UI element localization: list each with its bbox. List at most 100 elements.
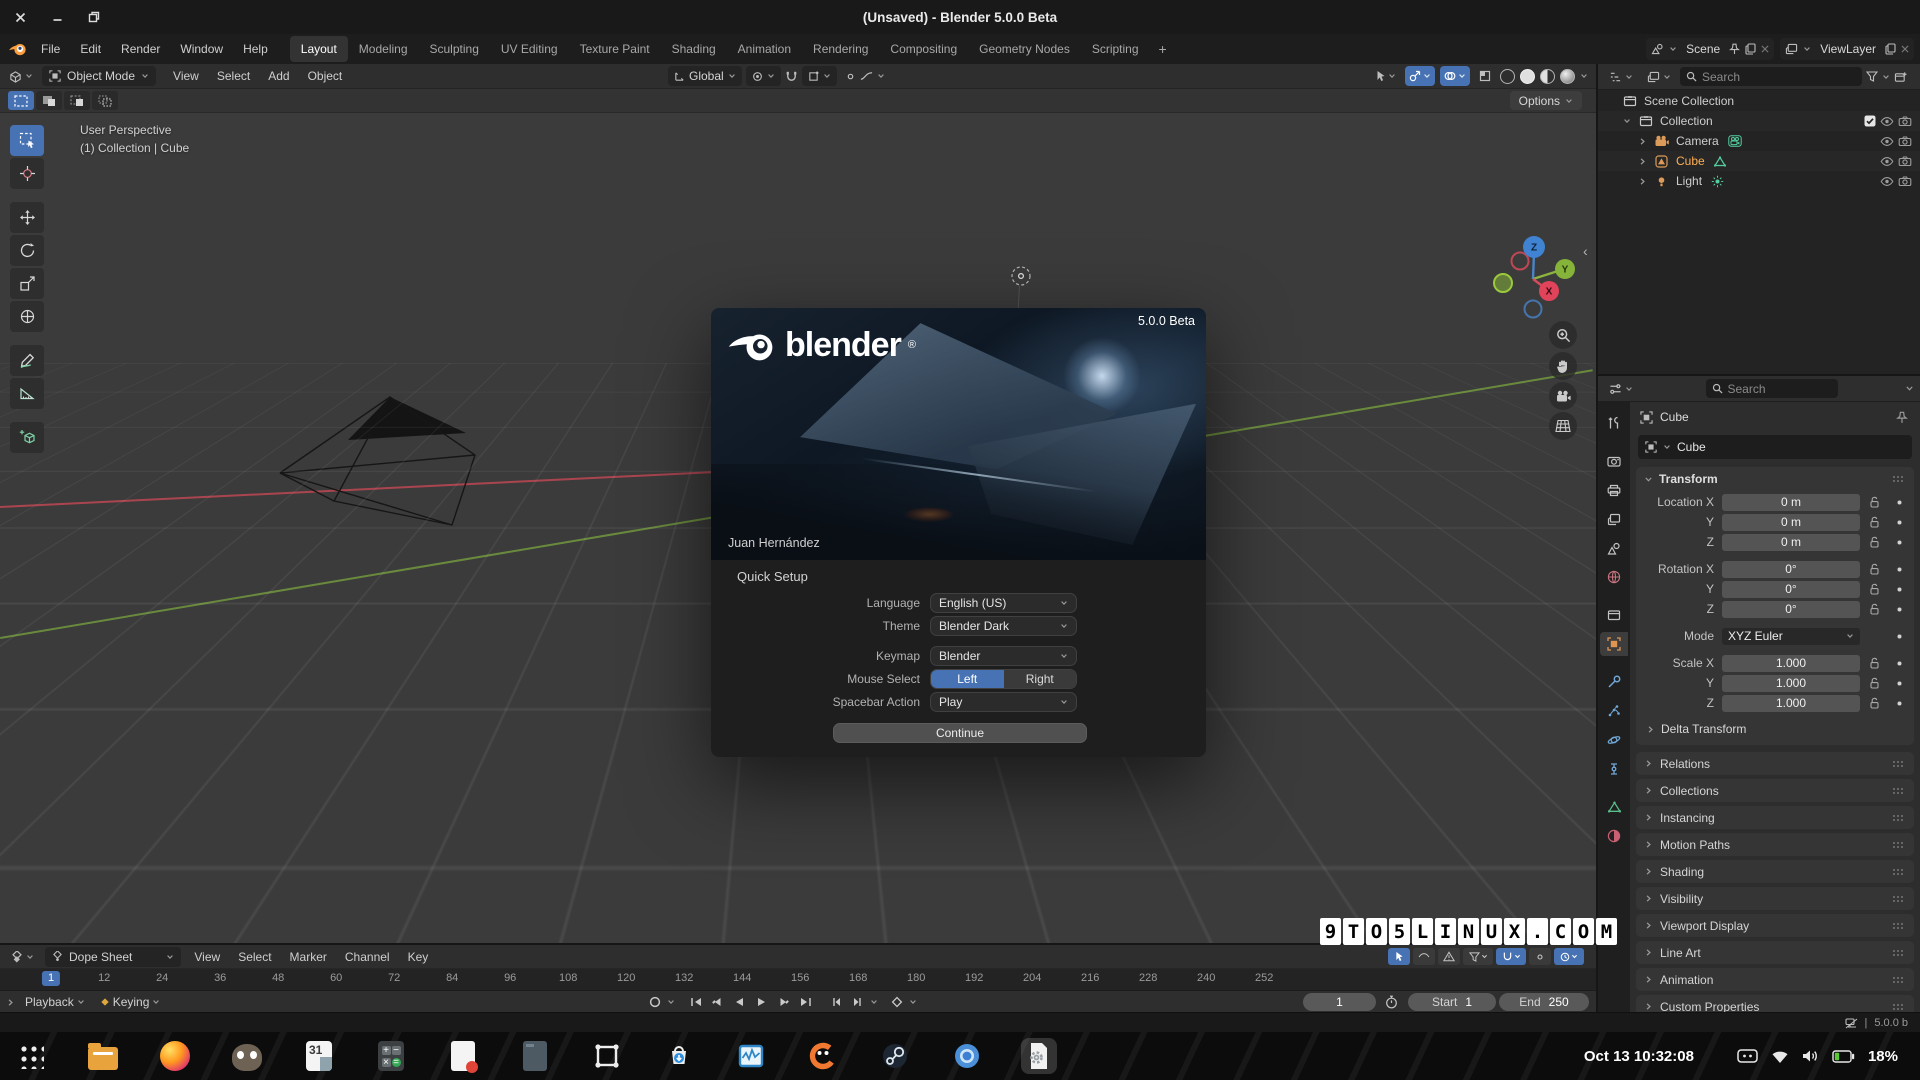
proportional-edit-toggle[interactable]: [1529, 948, 1551, 965]
pin-icon[interactable]: [1729, 43, 1740, 55]
menu-edit[interactable]: Edit: [70, 37, 111, 61]
blender-logo-icon[interactable]: [8, 41, 27, 57]
taskbar-calculator-icon[interactable]: +−×=: [373, 1038, 409, 1074]
select-mode-intersect-button[interactable]: [92, 91, 118, 110]
select-mode-subtract-button[interactable]: [64, 91, 90, 110]
properties-tab-collection[interactable]: [1600, 603, 1628, 627]
theme-dropdown[interactable]: Blender Dark: [930, 616, 1077, 636]
properties-tab-scene[interactable]: [1600, 536, 1628, 560]
selectability-dropdown[interactable]: [1372, 66, 1400, 86]
shading-dropdown[interactable]: [1580, 72, 1588, 80]
properties-tab-tool[interactable]: [1600, 411, 1628, 435]
stopwatch-icon[interactable]: [1385, 995, 1398, 1009]
volume-icon[interactable]: [1802, 1049, 1819, 1063]
keymap-dropdown[interactable]: Blender: [930, 646, 1077, 666]
outliner-row-cube[interactable]: Cube: [1598, 151, 1920, 171]
animate-dot-icon[interactable]: [1888, 700, 1910, 707]
show-hidden-toggle[interactable]: [1413, 948, 1435, 965]
battery-icon[interactable]: [1832, 1050, 1855, 1063]
chevron-right-icon[interactable]: [1636, 157, 1649, 166]
workspace-tab-modeling[interactable]: Modeling: [348, 36, 419, 62]
lock-icon[interactable]: [1864, 677, 1884, 690]
value-field[interactable]: 0 m: [1722, 514, 1860, 531]
section-viewport-display[interactable]: Viewport Display: [1636, 914, 1914, 937]
timeline-menu-select[interactable]: Select: [229, 947, 280, 967]
properties-search-input[interactable]: Search: [1706, 379, 1838, 398]
properties-tab-view-layer[interactable]: [1600, 507, 1628, 531]
section-animation[interactable]: Animation: [1636, 968, 1914, 991]
taskbar-app-grid-icon[interactable]: [13, 1038, 49, 1074]
taskbar-firefox-icon[interactable]: [157, 1038, 193, 1074]
properties-tab-physics[interactable]: [1600, 728, 1628, 752]
scene-selector[interactable]: Scene: [1646, 38, 1774, 60]
taskbar-calendar-icon[interactable]: 31: [301, 1038, 337, 1074]
animate-dot-icon[interactable]: [1888, 606, 1910, 613]
section-instancing[interactable]: Instancing: [1636, 806, 1914, 829]
properties-tab-render[interactable]: [1600, 449, 1628, 473]
taskbar-notes-icon[interactable]: [517, 1038, 553, 1074]
chevron-right-icon[interactable]: [6, 998, 15, 1007]
falloff-curve-icon[interactable]: [860, 71, 873, 81]
animate-dot-icon[interactable]: [1888, 586, 1910, 593]
viewport-menu-add[interactable]: Add: [259, 65, 298, 87]
animate-dot-icon[interactable]: [1888, 566, 1910, 573]
timeline-ruler[interactable]: 1122436486072849610812013214415616818019…: [0, 969, 1596, 991]
navigation-gizmo[interactable]: Z Y X: [1488, 231, 1584, 331]
snapping-dropdown[interactable]: [1496, 948, 1526, 965]
shading-solid-button[interactable]: [1520, 69, 1535, 84]
menu-help[interactable]: Help: [233, 37, 278, 61]
properties-tab-data[interactable]: [1600, 795, 1628, 819]
properties-tab-modifiers[interactable]: [1600, 670, 1628, 694]
outliner-row-scene-collection[interactable]: Scene Collection: [1598, 91, 1920, 111]
taskbar-software-icon[interactable]: [661, 1038, 697, 1074]
value-field[interactable]: 0 m: [1722, 494, 1860, 511]
properties-tab-particles[interactable]: [1600, 699, 1628, 723]
play-reverse-button[interactable]: [730, 994, 749, 1011]
show-errors-toggle[interactable]: [1438, 948, 1460, 965]
outliner-editor-button[interactable]: [1604, 67, 1638, 87]
tool-cursor[interactable]: [10, 158, 44, 189]
pivot-dropdown[interactable]: [746, 66, 781, 86]
proportional-editing-icon[interactable]: [845, 71, 856, 82]
animate-dot-icon[interactable]: [1888, 499, 1910, 506]
new-viewlayer-icon[interactable]: [1885, 43, 1896, 55]
outliner-search-input[interactable]: Search: [1680, 67, 1862, 86]
section-visibility[interactable]: Visibility: [1636, 887, 1914, 910]
properties-tab-world[interactable]: [1600, 565, 1628, 589]
jump-to-start-button[interactable]: [686, 994, 705, 1011]
workspace-tab-layout[interactable]: Layout: [290, 36, 348, 62]
value-field[interactable]: 1.000: [1722, 655, 1860, 672]
snap-settings-dropdown[interactable]: [802, 66, 837, 86]
timeline-menu-key[interactable]: Key: [399, 947, 438, 967]
value-field[interactable]: 0°: [1722, 601, 1860, 618]
taskbar-chromium-icon[interactable]: [949, 1038, 985, 1074]
tool-select-box[interactable]: [10, 125, 44, 156]
pan-hand-button[interactable]: [1549, 352, 1577, 380]
tool-scale[interactable]: [10, 268, 44, 299]
section-line-art[interactable]: Line Art: [1636, 941, 1914, 964]
lock-icon[interactable]: [1864, 583, 1884, 596]
unlink-scene-icon[interactable]: [1761, 45, 1769, 53]
taskbar-settings-icon[interactable]: [1021, 1038, 1057, 1074]
object-name-field[interactable]: Cube: [1638, 435, 1912, 459]
outliner-row-collection[interactable]: Collection: [1598, 111, 1920, 131]
keying-dropdown[interactable]: Keying: [95, 992, 166, 1012]
viewlayer-selector[interactable]: ViewLayer: [1780, 38, 1914, 60]
delta-transform-section[interactable]: Delta Transform: [1636, 719, 1914, 739]
overlays-toggle[interactable]: [1440, 66, 1470, 86]
outliner-display-mode-button[interactable]: [1642, 67, 1676, 87]
taskbar-steam-icon[interactable]: [877, 1038, 913, 1074]
orientation-dropdown[interactable]: Global: [668, 66, 742, 86]
sidebar-collapse-arrow[interactable]: ‹: [1583, 243, 1588, 259]
filter-icon[interactable]: [1866, 71, 1878, 82]
value-field[interactable]: 0 m: [1722, 534, 1860, 551]
tool-transform[interactable]: [10, 301, 44, 332]
next-frame-button[interactable]: [848, 994, 867, 1011]
timeline-menu-channel[interactable]: Channel: [336, 947, 399, 967]
current-frame-field[interactable]: 1: [1303, 993, 1376, 1011]
section-relations[interactable]: Relations: [1636, 752, 1914, 775]
playback-dropdown[interactable]: Playback: [20, 992, 90, 1012]
animate-dot-icon[interactable]: [1888, 539, 1910, 546]
timeline-editor-button[interactable]: [6, 947, 39, 967]
shading-rendered-button[interactable]: [1560, 69, 1575, 84]
